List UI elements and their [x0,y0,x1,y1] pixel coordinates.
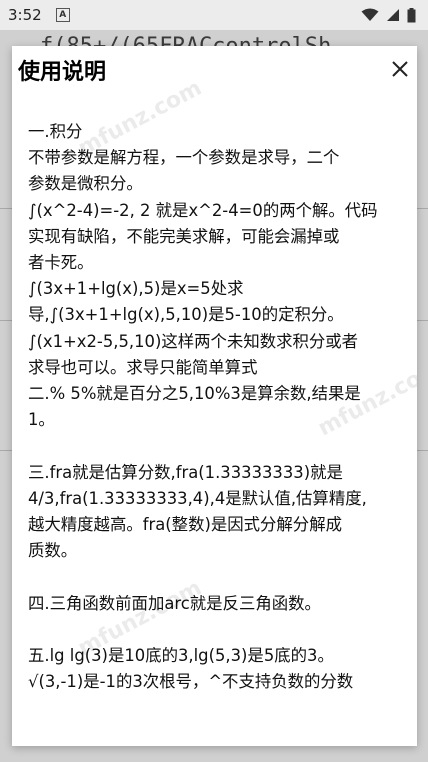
body-line: 越大精度越高。fra(整数)是因式分解分解成 [28,515,342,535]
body-line: 不带参数是解方程，一个参数是求导，二个 [28,148,340,168]
body-line: 求导也可以。求导只能简单算式 [28,357,258,377]
battery-icon [407,7,416,22]
body-line: 二.% 5%就是百分之5,10%3是算余数,结果是 [28,384,361,404]
body-line: ∫(x^2-4)=-2, 2 就是x^2-4=0的两个解。代码 [28,200,378,220]
body-line: 4/3,fra(1.33333333,4),4是默认值,估算精度, [28,488,367,508]
body-line: √(3,-1)是-1的3次根号，^不支持负数的分数 [28,672,354,692]
body-line: 导,∫(3x+1+lg(x),5,10)是5-10的定积分。 [28,305,344,325]
dialog-title: 使用说明 [18,60,107,85]
close-icon [392,61,408,77]
body-line: 实现有缺陷，不能完美求解，可能会漏掉或 [28,226,340,246]
body-line: ∫(3x+1+lg(x),5)是x=5处求 [28,279,244,299]
close-button[interactable] [385,54,415,84]
body-line: 者卡死。 [28,253,94,273]
status-icons [361,7,416,23]
body-line: ∫(x1+x2-5,5,10)这样两个未知数求积分或者 [28,331,359,351]
status-bar: 3:52 A [0,0,428,30]
body-line [28,617,410,643]
body-line: 三.fra就是估算分数,fra(1.33333333)就是 [28,462,343,482]
body-line: 一.积分 [28,122,83,141]
cell-signal-icon [387,9,399,21]
body-line: 质数。 [28,541,78,561]
wifi-icon [361,8,379,21]
body-line: 五.lg lg(3)是10底的3,lg(5,3)是5底的3。 [28,646,334,666]
instructions-dialog: 使用说明 一.积分 不带参数是解方程，一个参数是求导，二个 参数是微积分。 ∫(… [12,46,417,746]
body-line: 1。 [28,410,55,430]
body-line [28,433,410,459]
body-line: 参数是微积分。 [28,174,143,194]
status-time: 3:52 [8,6,42,24]
dialog-body: 一.积分 不带参数是解方程，一个参数是求导，二个 参数是微积分。 ∫(x^2-4… [28,119,410,695]
body-line [28,564,410,590]
body-line: 四.三角函数前面加arc就是反三角函数。 [28,593,321,613]
notification-icon: A [55,8,70,22]
